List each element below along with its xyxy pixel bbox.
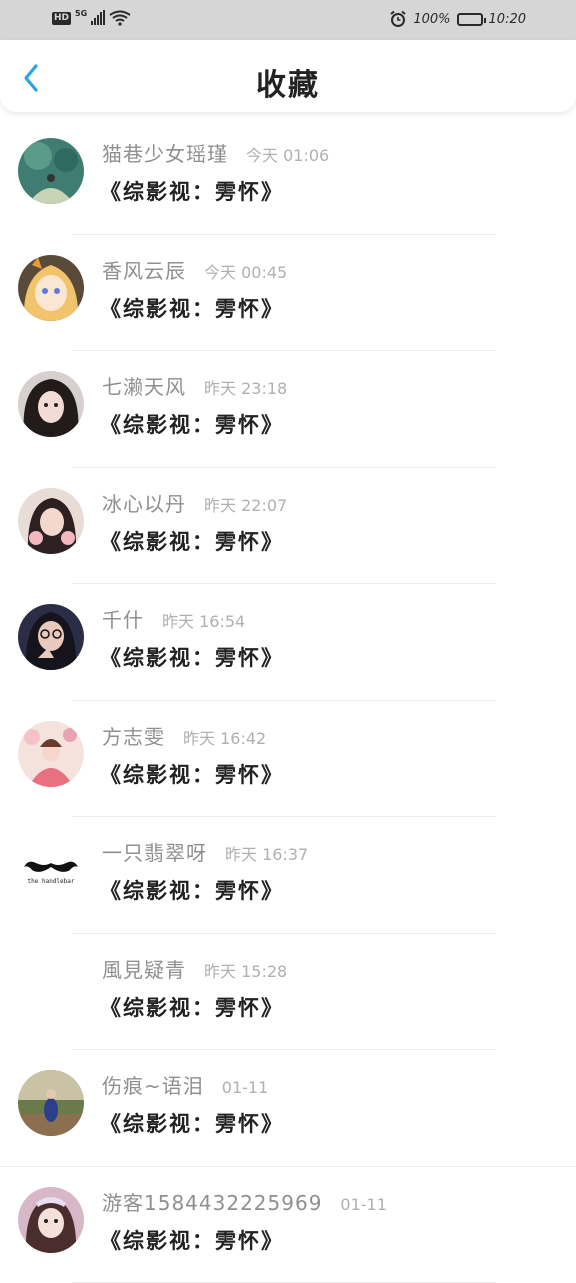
favorite-item[interactable]: 猫巷少女瑶瑾 今天 01:06 《综影视：雱怀》	[0, 118, 576, 235]
favorite-item[interactable]: 游客1584432225969 01-11 《综影视：雱怀》	[0, 1167, 576, 1283]
favorite-item[interactable]: 風見疑青 昨天 15:28 《综影视：雱怀》	[0, 934, 576, 1051]
status-time: 10:20	[489, 12, 526, 27]
timestamp: 昨天 23:18	[204, 375, 287, 399]
favorite-title: 《综影视：雱怀》	[100, 526, 284, 556]
favorites-list: 猫巷少女瑶瑾 今天 01:06 《综影视：雱怀》 香风云辰 今天 00:45 《…	[0, 118, 576, 1283]
favorite-title: 《综影视：雱怀》	[100, 409, 284, 439]
favorite-item[interactable]: 冰心以丹 昨天 22:07 《综影视：雱怀》	[0, 468, 576, 585]
user-name: 方志雯	[102, 721, 165, 750]
user-name: 冰心以丹	[102, 488, 186, 517]
favorite-title: 《综影视：雱怀》	[100, 759, 284, 789]
timestamp: 今天 00:45	[204, 259, 287, 283]
avatar[interactable]	[18, 1187, 84, 1253]
user-name: 風見疑青	[102, 954, 186, 983]
user-name: 伤痕~语泪	[102, 1070, 204, 1099]
header-bar: 收藏	[0, 40, 576, 112]
user-name: 一只翡翠呀	[102, 837, 207, 866]
avatar[interactable]	[18, 138, 84, 204]
favorite-item[interactable]: 香风云辰 今天 00:45 《综影视：雱怀》	[0, 235, 576, 352]
avatar[interactable]	[18, 371, 84, 437]
favorite-title: 《综影视：雱怀》	[100, 875, 284, 905]
favorite-item[interactable]: 伤痕~语泪 01-11 《综影视：雱怀》	[0, 1050, 576, 1167]
timestamp: 昨天 16:37	[225, 841, 308, 865]
favorite-title: 《综影视：雱怀》	[100, 642, 284, 672]
status-bar: HD 5G 100% 10:20	[0, 0, 576, 40]
timestamp: 昨天 16:54	[162, 608, 245, 632]
signal-icon	[91, 11, 105, 25]
avatar[interactable]	[18, 721, 84, 787]
favorite-title: 《综影视：雱怀》	[100, 176, 284, 206]
favorite-item[interactable]: 方志雯 昨天 16:42 《综影视：雱怀》	[0, 701, 576, 818]
avatar[interactable]	[18, 954, 84, 1020]
status-right: 100% 10:20	[389, 10, 526, 28]
avatar[interactable]	[18, 1070, 84, 1136]
favorite-title: 《综影视：雱怀》	[100, 293, 284, 323]
timestamp: 01-11	[222, 1078, 269, 1097]
timestamp: 昨天 15:28	[204, 958, 287, 982]
favorite-item[interactable]: 千什 昨天 16:54 《综影视：雱怀》	[0, 584, 576, 701]
avatar[interactable]: the handlebar	[18, 837, 84, 903]
page-title: 收藏	[0, 60, 576, 104]
avatar[interactable]	[18, 488, 84, 554]
favorite-title: 《综影视：雱怀》	[100, 1108, 284, 1138]
status-left: HD 5G	[52, 10, 131, 26]
user-name: 七濑天风	[102, 371, 186, 400]
user-name: 千什	[102, 604, 144, 633]
timestamp: 01-11	[340, 1195, 387, 1214]
network-type: 5G	[75, 9, 87, 18]
user-name: 猫巷少女瑶瑾	[102, 138, 228, 167]
favorite-item[interactable]: the handlebar 一只翡翠呀 昨天 16:37 《综影视：雱怀》	[0, 817, 576, 934]
avatar[interactable]	[18, 604, 84, 670]
timestamp: 今天 01:06	[246, 142, 329, 166]
timestamp: 昨天 22:07	[204, 492, 287, 516]
favorite-title: 《综影视：雱怀》	[100, 992, 284, 1022]
battery-icon	[457, 13, 483, 26]
favorite-title: 《综影视：雱怀》	[100, 1225, 284, 1255]
avatar[interactable]	[18, 255, 84, 321]
user-name: 香风云辰	[102, 255, 186, 284]
wifi-icon	[109, 10, 131, 26]
hd-badge: HD	[52, 12, 71, 25]
alarm-icon	[389, 10, 407, 28]
timestamp: 昨天 16:42	[183, 725, 266, 749]
favorite-item[interactable]: 七濑天风 昨天 23:18 《综影视：雱怀》	[0, 351, 576, 468]
user-name: 游客1584432225969	[102, 1187, 322, 1216]
battery-percent: 100%	[413, 12, 450, 27]
avatar-caption: the handlebar	[28, 878, 75, 885]
